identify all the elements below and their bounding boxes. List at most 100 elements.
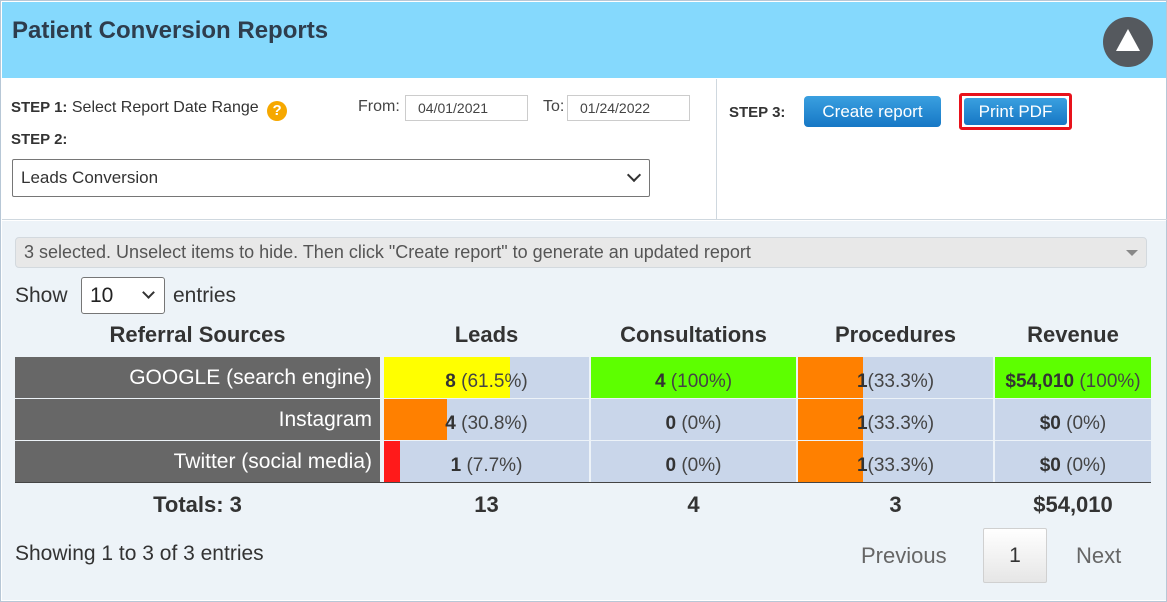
procedures-pct: (33.3%)	[867, 413, 935, 434]
revenue-value: $54,010 (100%)	[995, 357, 1151, 398]
revenue-pct: (0%)	[1066, 413, 1107, 434]
procedures-cell: 1(33.3%)	[798, 399, 993, 440]
chevron-down-icon	[142, 286, 155, 299]
procedures-pct: (33.3%)	[867, 455, 935, 476]
procedures-count: 1	[856, 371, 868, 392]
leads-pct: (61.5%)	[461, 371, 528, 392]
source-multiselect[interactable]: 3 selected. Unselect items to hide. Then…	[15, 237, 1147, 268]
table-row: Twitter (social media) 1 (7.7%) 0 (0%) 1…	[15, 441, 1151, 482]
leads-count: 1	[450, 455, 462, 476]
procedures-pct: (33.3%)	[867, 371, 935, 392]
totals-leads: 13	[474, 492, 499, 517]
revenue-amount: $54,010	[1005, 371, 1075, 392]
table-divider	[15, 482, 1151, 483]
step1-row: STEP 1: Select Report Date Range ?	[11, 99, 288, 121]
from-label: From:	[358, 98, 400, 115]
header-revenue[interactable]: Revenue	[995, 322, 1151, 348]
from-date-input[interactable]: 04/01/2021	[405, 95, 528, 121]
triangle-up-icon	[1116, 29, 1140, 51]
print-pdf-button[interactable]: Print PDF	[964, 98, 1067, 125]
entries-label: entries	[173, 284, 237, 307]
leads-value: 1 (7.7%)	[384, 441, 589, 482]
to-label: To:	[543, 98, 565, 115]
revenue-cell: $0 (0%)	[995, 441, 1151, 482]
revenue-amount: $0	[1039, 455, 1061, 476]
step1-label: STEP 1:	[11, 99, 68, 116]
controls-right: STEP 3: Create report Print PDF	[717, 79, 1167, 220]
table-info: Showing 1 to 3 of 3 entries	[15, 542, 264, 565]
table-row: GOOGLE (search engine) 8 (61.5%) 4 (100%…	[15, 357, 1151, 398]
procedures-count: 1	[856, 455, 868, 476]
help-icon[interactable]: ?	[267, 101, 288, 121]
consultations-count: 0	[665, 413, 677, 434]
leads-count: 8	[445, 371, 456, 392]
leads-count: 4	[445, 413, 456, 434]
leads-cell: 1 (7.7%)	[384, 441, 589, 482]
table-row: Instagram 4 (30.8%) 0 (0%) 1(33.3%) $0 (…	[15, 399, 1151, 440]
print-pdf-highlight: Print PDF	[959, 93, 1072, 130]
procedures-cell: 1(33.3%)	[798, 357, 993, 398]
consultations-pct: (100%)	[670, 371, 733, 392]
leads-pct: (30.8%)	[461, 413, 528, 434]
entries-value: 10	[90, 284, 114, 307]
header-referral-sources[interactable]: Referral Sources	[15, 322, 380, 348]
leads-cell: 8 (61.5%)	[384, 357, 589, 398]
report-type-value: Leads Conversion	[21, 168, 159, 187]
entries-select[interactable]: 10	[81, 277, 165, 314]
revenue-cell: $54,010 (100%)	[995, 357, 1151, 398]
procedures-cell: 1(33.3%)	[798, 441, 993, 482]
consultations-count: 4	[654, 371, 666, 392]
source-cell: GOOGLE (search engine)	[15, 357, 380, 398]
consultations-pct: (0%)	[681, 413, 722, 434]
leads-cell: 4 (30.8%)	[384, 399, 589, 440]
page-title: Patient Conversion Reports	[12, 17, 329, 44]
report-content: 3 selected. Unselect items to hide. Then…	[2, 221, 1166, 600]
totals-label: Totals: 3	[153, 492, 242, 517]
step2-label: STEP 2:	[11, 131, 68, 148]
procedures-value: 1(33.3%)	[798, 399, 993, 440]
totals-procedures: 3	[889, 492, 902, 517]
header-leads[interactable]: Leads	[384, 322, 589, 348]
previous-page-button[interactable]: Previous	[861, 543, 947, 569]
panel-header: Patient Conversion Reports	[2, 2, 1166, 78]
consultations-cell: 4 (100%)	[591, 357, 796, 398]
totals-consultations: 4	[687, 492, 700, 517]
revenue-value: $0 (0%)	[995, 441, 1151, 482]
leads-value: 8 (61.5%)	[384, 357, 589, 398]
procedures-value: 1(33.3%)	[798, 357, 993, 398]
create-report-button[interactable]: Create report	[804, 96, 941, 127]
consultations-value: 0 (0%)	[591, 399, 796, 440]
step1-text: Select Report Date Range	[71, 99, 259, 116]
show-label: Show	[15, 284, 68, 307]
multiselect-text: 3 selected. Unselect items to hide. Then…	[24, 242, 751, 262]
report-panel: Patient Conversion Reports STEP 1: Selec…	[0, 0, 1167, 602]
caret-down-icon	[1126, 250, 1138, 256]
leads-value: 4 (30.8%)	[384, 399, 589, 440]
consultations-value: 4 (100%)	[591, 357, 796, 398]
collapse-button[interactable]	[1103, 17, 1153, 67]
source-cell: Instagram	[15, 399, 380, 440]
consultations-pct: (0%)	[681, 455, 722, 476]
consultations-cell: 0 (0%)	[591, 399, 796, 440]
consultations-cell: 0 (0%)	[591, 441, 796, 482]
procedures-value: 1(33.3%)	[798, 441, 993, 482]
revenue-value: $0 (0%)	[995, 399, 1151, 440]
revenue-pct: (100%)	[1079, 371, 1141, 392]
chevron-down-icon	[626, 167, 642, 183]
procedures-count: 1	[856, 413, 868, 434]
revenue-pct: (0%)	[1066, 455, 1107, 476]
step3-label: STEP 3:	[729, 104, 786, 121]
source-cell: Twitter (social media)	[15, 441, 380, 482]
to-date-input[interactable]: 01/24/2022	[567, 95, 690, 121]
consultations-value: 0 (0%)	[591, 441, 796, 482]
revenue-cell: $0 (0%)	[995, 399, 1151, 440]
report-type-select[interactable]: Leads Conversion	[12, 159, 650, 197]
controls-left: STEP 1: Select Report Date Range ? From:…	[2, 79, 717, 220]
next-page-button[interactable]: Next	[1076, 543, 1121, 569]
totals-revenue: $54,010	[1033, 492, 1113, 517]
header-consultations[interactable]: Consultations	[591, 322, 796, 348]
leads-pct: (7.7%)	[466, 455, 523, 476]
page-1-button[interactable]: 1	[983, 528, 1047, 583]
consultations-count: 0	[665, 455, 677, 476]
header-procedures[interactable]: Procedures	[798, 322, 993, 348]
